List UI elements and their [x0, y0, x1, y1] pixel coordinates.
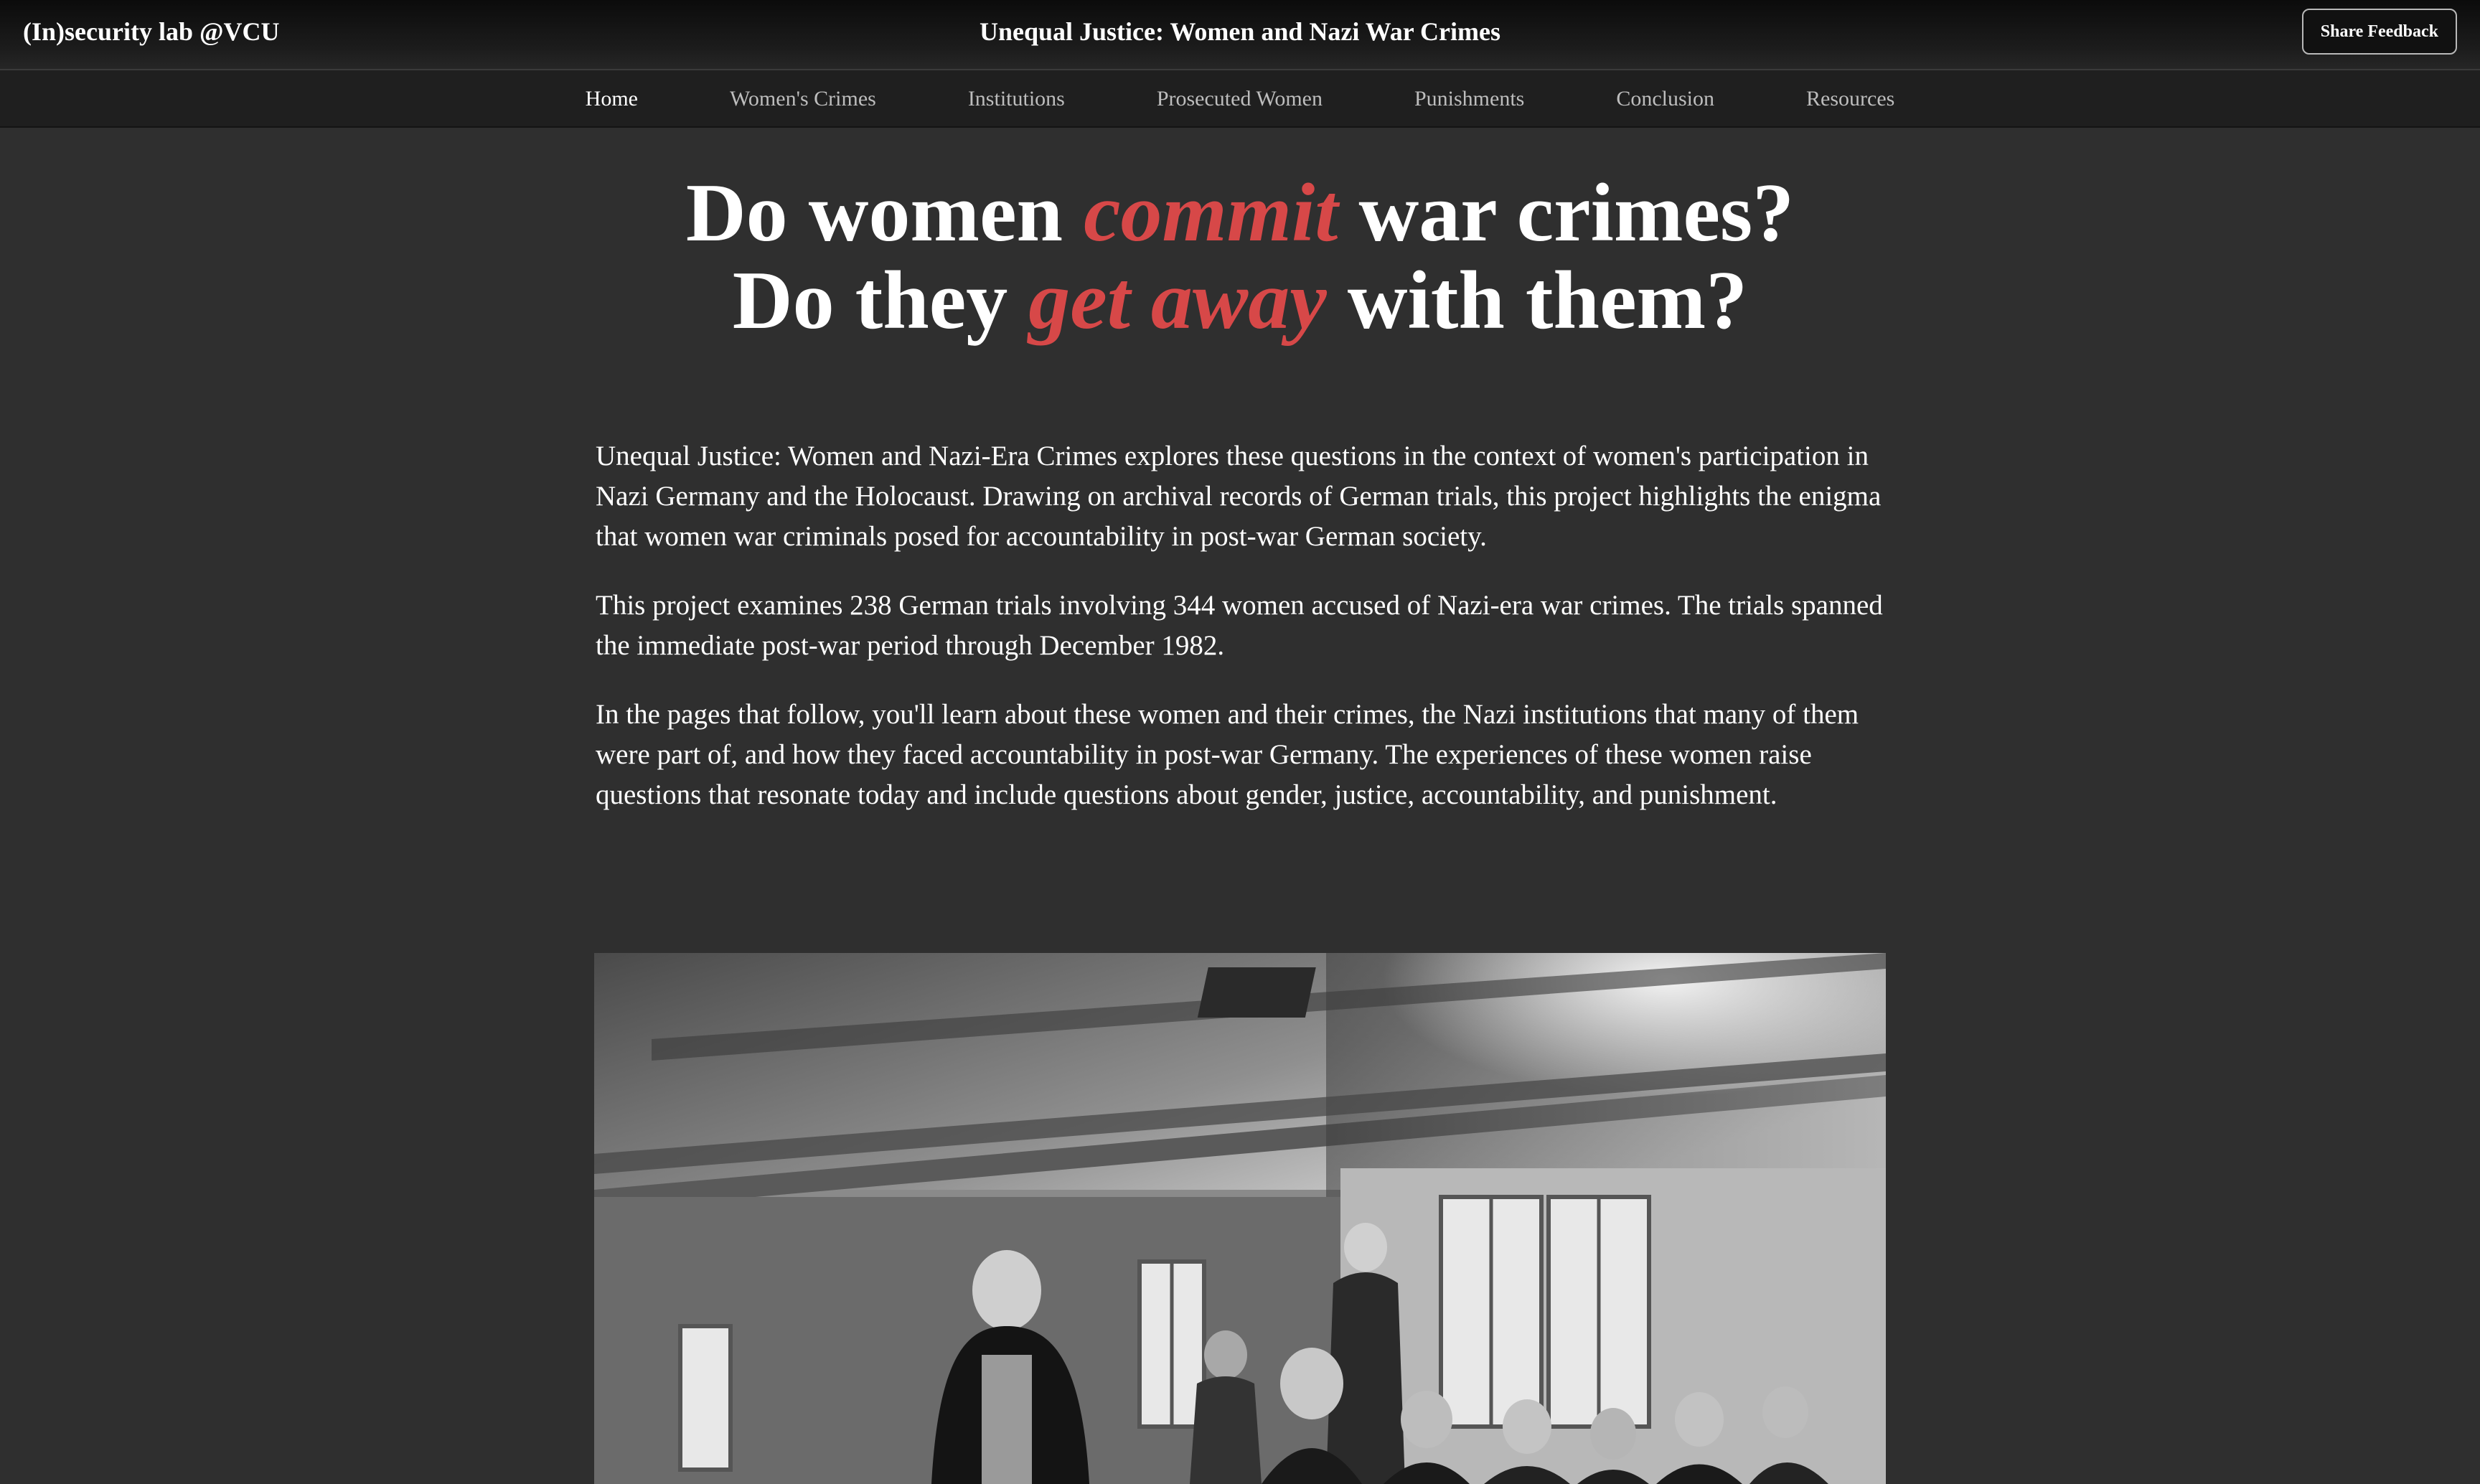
- hero-line-2: Do they get away with them?: [0, 257, 2480, 344]
- brand-link[interactable]: (In)security lab @VCU: [23, 0, 279, 63]
- share-feedback-button[interactable]: Share Feedback: [2301, 9, 2457, 55]
- hero-accent-commit: commit: [1084, 167, 1338, 259]
- hero-heading: Do women commit war crimes? Do they get …: [0, 169, 2480, 344]
- hero-line-1-end: war crimes?: [1338, 167, 1795, 259]
- nav-item-conclusion[interactable]: Conclusion: [1570, 70, 1760, 128]
- nav-item-resources[interactable]: Resources: [1760, 70, 1940, 128]
- nav-item-home[interactable]: Home: [540, 70, 684, 128]
- main-nav: Home Women's Crimes Institutions Prosecu…: [0, 70, 2480, 128]
- nav-item-prosecuted-women[interactable]: Prosecuted Women: [1111, 70, 1368, 128]
- top-header: (In)security lab @VCU Unequal Justice: W…: [0, 0, 2480, 70]
- hero-accent-get-away: get away: [1028, 255, 1327, 347]
- nav-item-institutions[interactable]: Institutions: [922, 70, 1111, 128]
- courtroom-photo-image: [594, 953, 1886, 1484]
- hero-line-1-start: Do women: [685, 167, 1084, 259]
- nav-item-punishments[interactable]: Punishments: [1368, 70, 1570, 128]
- nav-list: Home Women's Crimes Institutions Prosecu…: [0, 70, 2480, 128]
- hero-line-1: Do women commit war crimes?: [0, 169, 2480, 257]
- nav-item-womens-crimes[interactable]: Women's Crimes: [684, 70, 922, 128]
- site-title: Unequal Justice: Women and Nazi War Crim…: [979, 17, 1501, 46]
- intro-section: Unequal Justice: Women and Nazi-Era Crim…: [596, 436, 1887, 844]
- courtroom-photo: [594, 953, 1886, 1484]
- intro-paragraph: In the pages that follow, you'll learn a…: [596, 699, 1859, 810]
- hero-line-2-start: Do they: [732, 255, 1029, 347]
- hero-line-2-end: with them?: [1326, 255, 1748, 347]
- intro-paragraph: This project examines 238 German trials …: [596, 590, 1883, 661]
- intro-paragraph: Unequal Justice: Women and Nazi-Era Crim…: [596, 441, 1882, 552]
